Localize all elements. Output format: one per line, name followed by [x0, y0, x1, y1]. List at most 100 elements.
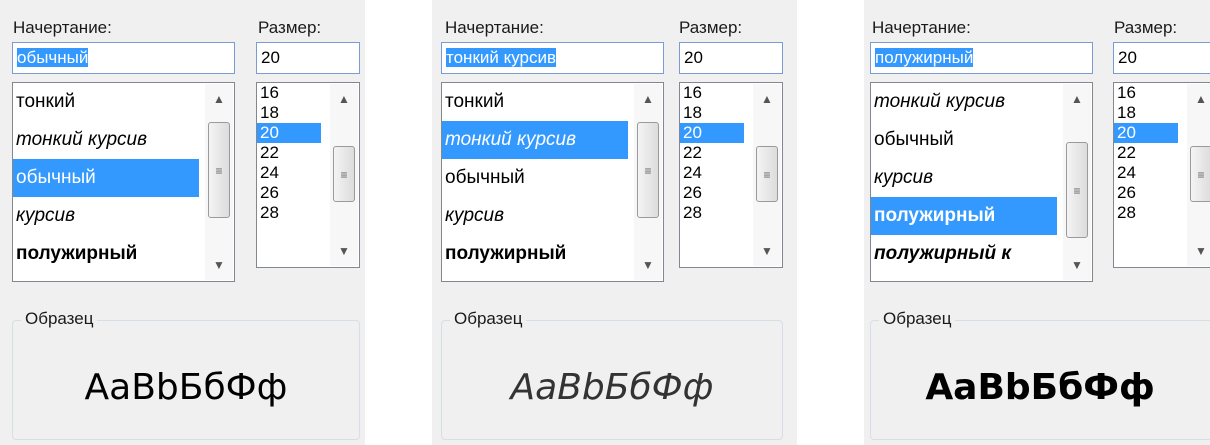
size-input-value: 20: [261, 48, 280, 67]
style-item-thin[interactable]: тонкий: [442, 83, 628, 121]
size-input[interactable]: 20: [1113, 42, 1210, 74]
scroll-thumb[interactable]: ≡: [1066, 142, 1088, 238]
scroll-down-arrow-icon[interactable]: ▼: [205, 250, 233, 280]
style-item-regular[interactable]: обычный: [871, 121, 1057, 159]
size-input[interactable]: 20: [256, 42, 360, 74]
style-item-bold[interactable]: полужирный: [442, 235, 628, 273]
size-item-24[interactable]: 24: [680, 163, 744, 183]
size-scrollbar[interactable]: ▲ ≡ ▼: [1187, 84, 1210, 266]
size-item-24[interactable]: 24: [1114, 163, 1178, 183]
size-listbox[interactable]: 16 18 20 22 24 26 28 ▲ ≡ ▼: [256, 82, 360, 268]
size-input[interactable]: 20: [679, 42, 783, 74]
style-input[interactable]: обычный: [12, 42, 235, 74]
style-item-regular[interactable]: обычный: [442, 159, 628, 197]
size-scrollbar[interactable]: ▲ ≡ ▼: [330, 84, 358, 266]
style-item-thin-italic[interactable]: тонкий курсив: [13, 121, 199, 159]
sample-group-title: Образец: [450, 309, 527, 329]
style-label: Начертание:: [872, 18, 971, 37]
size-item-28[interactable]: 28: [1114, 203, 1178, 223]
size-label: Размер:: [258, 18, 322, 37]
scroll-up-arrow-icon[interactable]: ▲: [634, 84, 662, 114]
sample-group: Образец AaBbБбФф: [12, 309, 360, 440]
size-item-26[interactable]: 26: [680, 183, 744, 203]
scroll-grip-icon: ≡: [763, 168, 771, 182]
size-item-20[interactable]: 20: [680, 123, 744, 143]
style-input-value: тонкий курсив: [446, 48, 557, 67]
style-scrollbar[interactable]: ▲ ≡ ▼: [1063, 84, 1091, 280]
style-item-bold-italic[interactable]: полужирный к: [871, 235, 1057, 273]
size-scrollbar[interactable]: ▲ ≡ ▼: [753, 84, 781, 266]
scroll-thumb[interactable]: ≡: [637, 122, 659, 218]
size-item-16[interactable]: 16: [257, 83, 321, 103]
size-item-24[interactable]: 24: [257, 163, 321, 183]
size-item-22[interactable]: 22: [1114, 143, 1178, 163]
scroll-down-arrow-icon[interactable]: ▼: [330, 236, 358, 266]
sample-group-title: Образец: [879, 309, 956, 329]
style-item-italic[interactable]: курсив: [871, 159, 1057, 197]
sample-text: AaBbБбФф: [925, 367, 1155, 408]
font-dialog-panel-regular: Начертание: Размер: обычный 20 тонкий то…: [0, 0, 365, 445]
style-listbox[interactable]: тонкий курсив обычный курсив полужирный …: [870, 82, 1093, 282]
font-dialog-panel-thin-italic: Начертание: Размер: тонкий курсив 20 тон…: [432, 0, 797, 445]
size-listbox[interactable]: 16 18 20 22 24 26 28 ▲ ≡ ▼: [1113, 82, 1210, 268]
style-input-value: полужирный: [875, 48, 974, 67]
style-item-bold[interactable]: полужирный: [871, 197, 1057, 235]
style-listbox[interactable]: тонкий тонкий курсив обычный курсив полу…: [12, 82, 235, 282]
scroll-up-arrow-icon[interactable]: ▲: [205, 84, 233, 114]
size-listbox[interactable]: 16 18 20 22 24 26 28 ▲ ≡ ▼: [679, 82, 783, 268]
scroll-down-arrow-icon[interactable]: ▼: [753, 236, 781, 266]
style-item-italic[interactable]: курсив: [442, 197, 628, 235]
size-item-18[interactable]: 18: [680, 103, 744, 123]
size-item-16[interactable]: 16: [680, 83, 744, 103]
scroll-grip-icon: ≡: [215, 164, 223, 178]
style-scrollbar[interactable]: ▲ ≡ ▼: [205, 84, 233, 280]
font-dialog-panel-bold: Начертание: Размер: полужирный 20 тонкий…: [864, 0, 1210, 445]
scroll-down-arrow-icon[interactable]: ▼: [1063, 250, 1091, 280]
size-item-26[interactable]: 26: [1114, 183, 1178, 203]
sample-group: Образец AaBbБбФф: [870, 309, 1210, 440]
sample-group: Образец AaBbБбФф: [441, 309, 783, 440]
scroll-down-arrow-icon[interactable]: ▼: [634, 250, 662, 280]
style-listbox[interactable]: тонкий тонкий курсив обычный курсив полу…: [441, 82, 664, 282]
scroll-up-arrow-icon[interactable]: ▲: [753, 84, 781, 114]
scroll-thumb[interactable]: ≡: [333, 146, 355, 202]
style-scrollbar[interactable]: ▲ ≡ ▼: [634, 84, 662, 280]
style-item-bold[interactable]: полужирный: [13, 235, 199, 273]
scroll-up-arrow-icon[interactable]: ▲: [1187, 84, 1210, 114]
size-item-20[interactable]: 20: [257, 123, 321, 143]
size-item-18[interactable]: 18: [257, 103, 321, 123]
sample-group-title: Образец: [21, 309, 98, 329]
size-input-value: 20: [1118, 48, 1137, 67]
style-item-regular[interactable]: обычный: [13, 159, 199, 197]
style-item-thin-italic[interactable]: тонкий курсив: [871, 83, 1057, 121]
style-item-thin[interactable]: тонкий: [13, 83, 199, 121]
style-label: Начертание:: [13, 18, 112, 37]
size-item-16[interactable]: 16: [1114, 83, 1178, 103]
size-item-26[interactable]: 26: [257, 183, 321, 203]
size-item-22[interactable]: 22: [257, 143, 321, 163]
style-input-value: обычный: [17, 48, 89, 67]
sample-text: AaBbБбФф: [84, 367, 288, 408]
scroll-thumb[interactable]: ≡: [1190, 146, 1210, 202]
size-item-22[interactable]: 22: [680, 143, 744, 163]
scroll-up-arrow-icon[interactable]: ▲: [1063, 84, 1091, 114]
style-item-thin-italic[interactable]: тонкий курсив: [442, 121, 628, 159]
size-item-20[interactable]: 20: [1114, 123, 1178, 143]
scroll-up-arrow-icon[interactable]: ▲: [330, 84, 358, 114]
style-item-italic[interactable]: курсив: [13, 197, 199, 235]
scroll-down-arrow-icon[interactable]: ▼: [1187, 236, 1210, 266]
scroll-grip-icon: ≡: [340, 168, 348, 182]
style-input[interactable]: тонкий курсив: [441, 42, 664, 74]
scroll-thumb[interactable]: ≡: [756, 146, 778, 202]
scroll-grip-icon: ≡: [644, 164, 652, 178]
size-input-value: 20: [684, 48, 703, 67]
scroll-thumb[interactable]: ≡: [208, 122, 230, 218]
style-label: Начертание:: [445, 18, 544, 37]
size-item-28[interactable]: 28: [680, 203, 744, 223]
size-label: Размер:: [679, 18, 743, 37]
size-item-28[interactable]: 28: [257, 203, 321, 223]
scroll-grip-icon: ≡: [1073, 184, 1081, 198]
style-input[interactable]: полужирный: [870, 42, 1093, 74]
size-item-18[interactable]: 18: [1114, 103, 1178, 123]
scroll-grip-icon: ≡: [1197, 168, 1205, 182]
